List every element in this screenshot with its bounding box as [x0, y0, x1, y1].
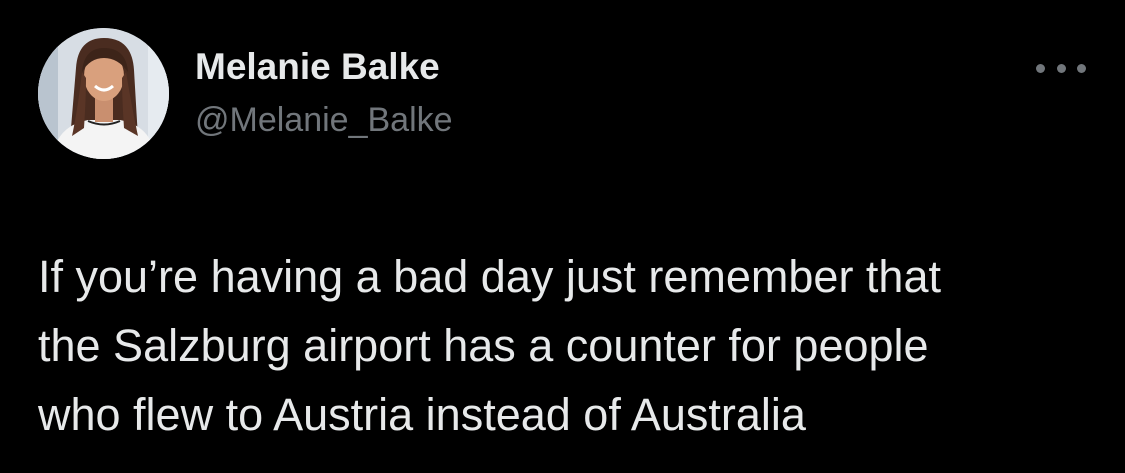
more-horizontal-icon: [1056, 63, 1066, 73]
tweet-text-line: If you’re having a bad day just remember…: [38, 251, 941, 302]
profile-photo: [38, 28, 169, 159]
more-horizontal-icon: [1036, 63, 1045, 73]
more-options-button[interactable]: [1036, 58, 1086, 78]
author-display-name[interactable]: Melanie Balke: [195, 44, 440, 90]
avatar[interactable]: [38, 28, 169, 159]
tweet-text-line: the Salzburg airport has a counter for p…: [38, 320, 929, 371]
author-handle[interactable]: @Melanie_Balke: [195, 98, 453, 142]
tweet-text-line: who flew to Austria instead of Australia: [38, 389, 806, 440]
tweet-text: If you’re having a bad day just remember…: [38, 242, 1098, 449]
more-horizontal-icon: [1077, 63, 1086, 73]
tweet-card: Melanie Balke @Melanie_Balke If you’re h…: [0, 0, 1125, 473]
